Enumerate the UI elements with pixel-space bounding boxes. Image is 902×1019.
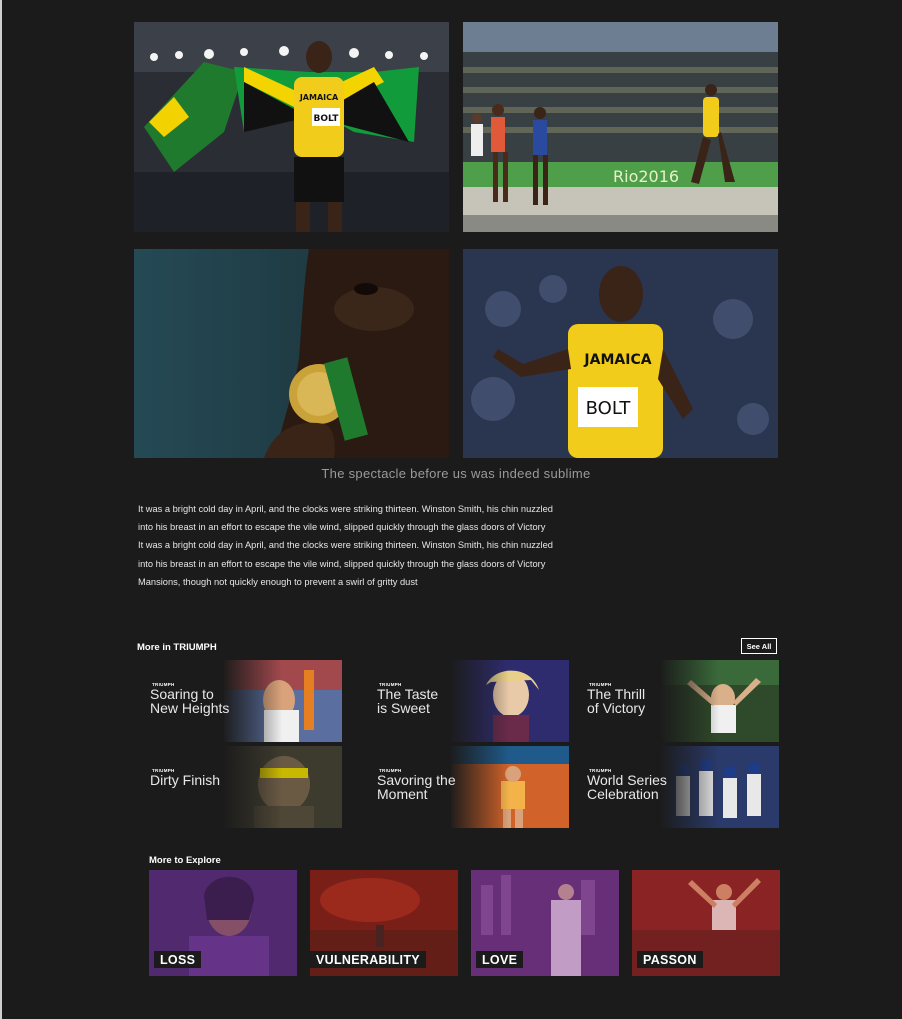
card-title: The Taste is Sweet [377,687,497,716]
paragraph-line: It was a bright cold day in April, and t… [138,504,553,514]
card-title-line: is Sweet [377,699,430,716]
paragraph-line: into his breast in an effort to escape t… [138,558,546,569]
card-title-line: Celebration [587,785,659,802]
card-taste[interactable]: TRIUMPH The Taste is Sweet [377,660,569,742]
bolt-pointing-photo[interactable]: JAMAICA BOLT [463,249,778,458]
gallery-caption: The spectacle before us was indeed subli… [321,466,591,481]
card-title: World Series Celebration [587,773,707,802]
paragraph-line: It was a bright cold day in April, and t… [138,540,553,551]
explore-heading: More to Explore [149,855,221,866]
paragraph-line: Mansions, though not quickly enough to p… [138,576,418,587]
article-body: It was a bright cold day in April, and t… [138,500,618,591]
bolt-with-flag-photo[interactable]: BOLT JAMAICA [134,22,449,232]
explore-tile-passon[interactable]: PASSON [632,870,780,976]
card-title-line: Moment [377,785,428,802]
card-title: Savoring the Moment [377,773,497,802]
card-title: Dirty Finish [150,772,270,788]
rio-banner-text: Rio2016 [613,167,679,186]
card-title: The Thrill of Victory [587,687,707,716]
card-title-line: Dirty Finish [150,772,221,788]
card-title: Soaring to New Heights [150,687,270,716]
bib-text: BOLT [314,114,340,124]
explore-tile-label: LOVE [476,951,524,968]
bolt-race-photo[interactable]: Rio2016 [463,22,778,232]
card-title-line: New Heights [150,699,230,716]
card-title-line: of Victory [587,699,646,716]
card-dirty-finish[interactable]: TRIUMPH Dirty Finish [150,746,342,828]
card-soaring[interactable]: TRIUMPH Soaring to New Heights [150,660,342,742]
explore-tile-love[interactable]: LOVE [471,870,619,976]
jersey-text: JAMAICA [299,93,339,102]
jersey-text: JAMAICA [583,352,651,368]
bib-text: BOLT [586,398,632,419]
explore-tile-vulnerability[interactable]: VULNERABILITY [310,870,458,976]
explore-tile-loss[interactable]: LOSS [149,870,297,976]
see-all-button[interactable]: See All [741,638,777,654]
explore-tile-label: LOSS [154,951,202,968]
explore-tile-label: PASSON [637,951,703,968]
card-savoring[interactable]: TRIUMPH Savoring the Moment [377,746,569,828]
paragraph-line: into his breast in an effort to escape t… [138,522,546,533]
card-thrill[interactable]: TRIUMPH The Thrill of Victory [587,660,779,742]
explore-tile-label: VULNERABILITY [310,951,426,968]
card-world-series[interactable]: TRIUMPH World Series Celebration [587,746,779,828]
bolt-kissing-medal-photo[interactable] [134,249,449,458]
more-in-heading: More in TRIUMPH [137,642,217,653]
